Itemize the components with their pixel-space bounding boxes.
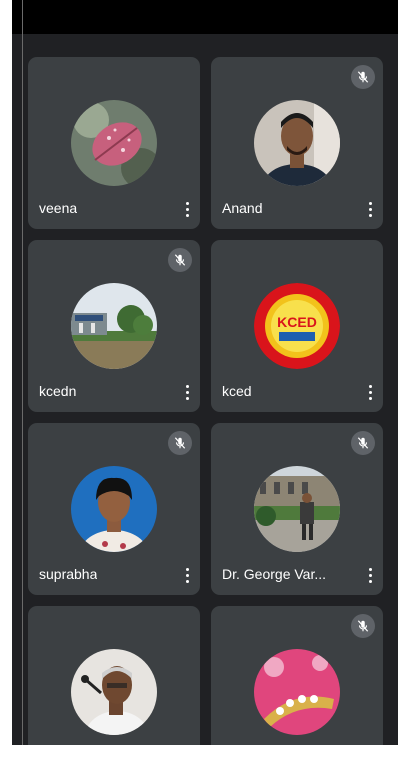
status-bar — [12, 0, 398, 34]
participant-tile-suprabha[interactable]: suprabha — [28, 423, 200, 595]
avatar: KCED — [254, 283, 340, 369]
mic-off-icon — [351, 431, 375, 455]
participant-tile-kcedn[interactable]: kcedn — [28, 240, 200, 412]
more-options-icon[interactable] — [180, 199, 194, 219]
mic-off-icon — [168, 431, 192, 455]
avatar — [71, 466, 157, 552]
participant-name: suprabha — [39, 566, 98, 582]
participant-tile-veena[interactable]: veena — [28, 57, 200, 229]
avatar — [71, 100, 157, 186]
participant-name: kcedn — [39, 383, 77, 399]
participant-tile-dr-george[interactable]: Dr. George Var... — [211, 423, 383, 595]
more-options-icon[interactable] — [363, 565, 377, 585]
participant-name: Dr. George Var... — [222, 566, 327, 582]
bottom-strip — [12, 745, 398, 760]
participant-name: kced — [222, 383, 252, 399]
more-options-icon[interactable] — [363, 382, 377, 402]
kced-logo-text: KCED — [277, 314, 317, 330]
divider — [22, 0, 23, 745]
participant-name: veena — [39, 200, 78, 216]
mic-off-icon — [351, 65, 375, 89]
more-options-icon[interactable] — [180, 565, 194, 585]
mic-off-icon — [351, 614, 375, 638]
participant-tile-8[interactable] — [211, 606, 383, 745]
meeting-screen: veena Anand kcedn KCED kced suprabha Dr.… — [12, 0, 398, 745]
avatar — [71, 649, 157, 735]
participant-name: Anand — [222, 200, 263, 216]
more-options-icon[interactable] — [180, 382, 194, 402]
mic-off-icon — [168, 248, 192, 272]
avatar — [254, 466, 340, 552]
more-options-icon[interactable] — [363, 199, 377, 219]
avatar — [254, 649, 340, 735]
avatar — [71, 283, 157, 369]
avatar — [254, 100, 340, 186]
participant-tile-7[interactable] — [28, 606, 200, 745]
participant-tile-anand[interactable]: Anand — [211, 57, 383, 229]
participant-tile-kced[interactable]: KCED kced — [211, 240, 383, 412]
